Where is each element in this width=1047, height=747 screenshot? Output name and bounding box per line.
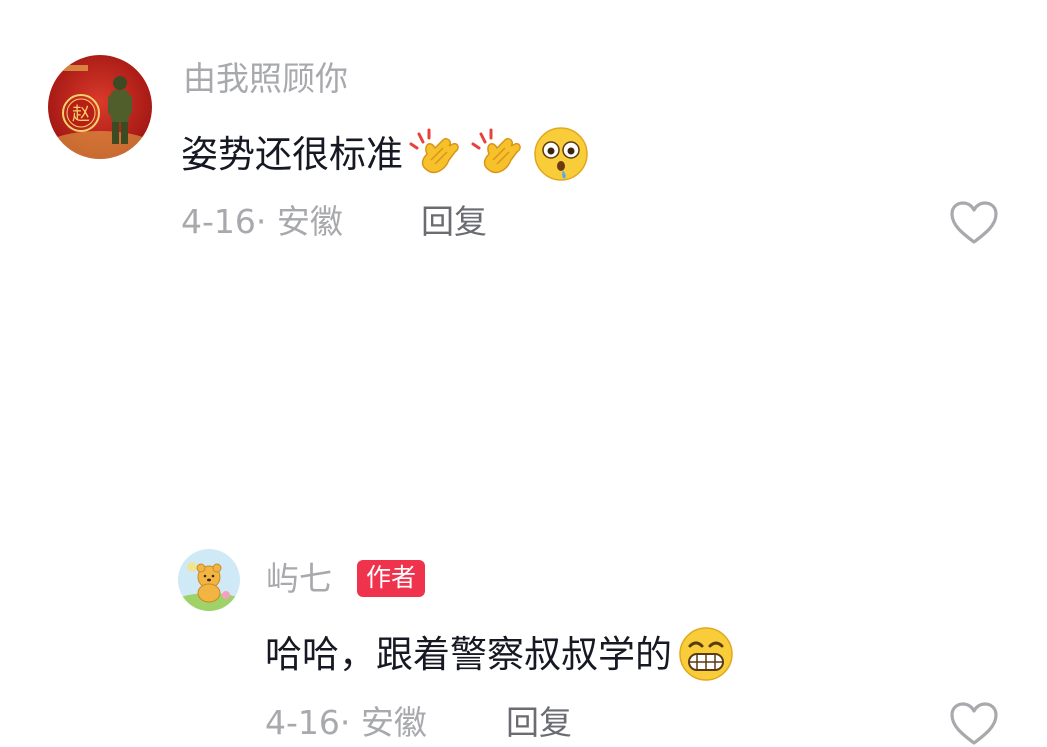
grinning-face-icon: [678, 626, 734, 682]
comment-text-content: 姿势还很标准: [181, 132, 403, 176]
heart-outline-icon[interactable]: [948, 701, 1000, 747]
avatar[interactable]: [178, 549, 240, 611]
username[interactable]: 屿七: [266, 562, 332, 595]
clapping-hands-icon: [471, 126, 527, 182]
comment-text-content: 哈哈，跟着警察叔叔学的: [265, 632, 672, 676]
reply-button[interactable]: 回复: [421, 205, 487, 238]
avatar[interactable]: 赵: [48, 55, 152, 159]
reply-button[interactable]: 回复: [506, 706, 572, 739]
author-badge: 作者: [357, 560, 426, 597]
avatar-image: 赵: [48, 55, 152, 159]
reply-comment-item: 屿七 作者 哈哈，跟着警察叔叔学的 4-16· 安徽 回复: [0, 270, 1047, 745]
clapping-hands-icon: [409, 126, 465, 182]
comment-meta: 4-16· 安徽: [265, 703, 427, 742]
avatar-image: [178, 549, 240, 611]
comment-meta: 4-16· 安徽: [181, 202, 343, 241]
username[interactable]: 由我照顾你: [183, 62, 348, 95]
comment-text: 哈哈，跟着警察叔叔学的: [265, 626, 734, 682]
heart-outline-icon[interactable]: [948, 200, 1000, 246]
comment-item: 赵 由我照顾你 姿势还很标准 4-16· 安徽 回复: [0, 0, 1047, 270]
surprised-face-icon: [533, 126, 589, 182]
comment-text: 姿势还很标准: [181, 126, 589, 182]
avatar-seal-char: 赵: [72, 104, 90, 125]
